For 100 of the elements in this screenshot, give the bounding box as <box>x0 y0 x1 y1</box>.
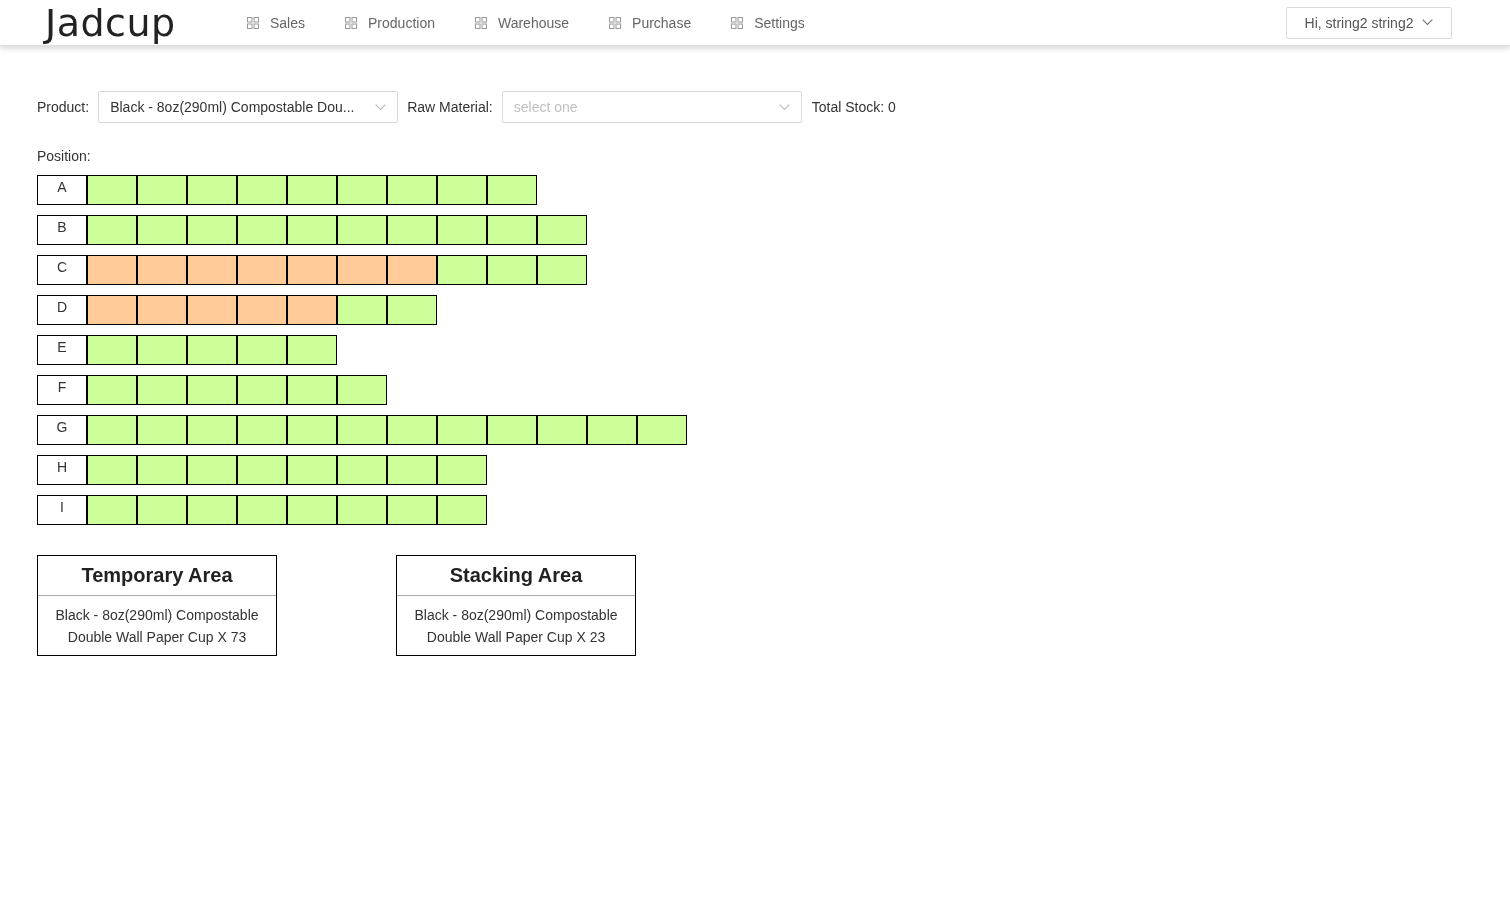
storage-slot[interactable] <box>437 455 487 485</box>
chevron-down-icon <box>1422 19 1434 26</box>
row-label: H <box>37 455 87 485</box>
storage-slot[interactable] <box>587 415 637 445</box>
raw-material-select[interactable]: select one <box>501 91 802 123</box>
storage-slot[interactable] <box>387 455 437 485</box>
storage-slot[interactable] <box>387 495 437 525</box>
total-stock-text: Total Stock: 0 <box>811 99 896 115</box>
storage-slot[interactable] <box>237 335 287 365</box>
storage-slot[interactable] <box>137 215 187 245</box>
storage-slot[interactable] <box>87 415 137 445</box>
storage-slot[interactable] <box>137 175 187 205</box>
storage-slot[interactable] <box>137 295 187 325</box>
storage-slot[interactable] <box>187 175 237 205</box>
raw-material-label: Raw Material: <box>407 99 493 115</box>
storage-slot[interactable] <box>287 455 337 485</box>
nav-menu-item[interactable]: Purchase <box>609 14 692 31</box>
nav-menu-item[interactable]: Sales <box>247 14 306 31</box>
storage-slot[interactable] <box>387 255 437 285</box>
area-content-text: Black - 8oz(290ml) Compostable Double Wall Paper Cup X 73 <box>55 607 259 645</box>
storage-slot[interactable] <box>137 255 187 285</box>
storage-slot[interactable] <box>537 215 587 245</box>
storage-slot[interactable] <box>137 455 187 485</box>
storage-slot[interactable] <box>637 415 687 445</box>
storage-slot[interactable] <box>387 295 437 325</box>
row-label: G <box>37 415 87 445</box>
storage-slot[interactable] <box>87 495 137 525</box>
storage-slot[interactable] <box>187 255 237 285</box>
storage-slot[interactable] <box>237 175 287 205</box>
storage-slot[interactable] <box>287 415 337 445</box>
row-label: E <box>37 335 87 365</box>
storage-slot[interactable] <box>337 175 387 205</box>
storage-slot[interactable] <box>337 415 387 445</box>
storage-slot[interactable] <box>87 255 137 285</box>
storage-slot[interactable] <box>187 215 237 245</box>
storage-slot[interactable] <box>137 335 187 365</box>
storage-slot[interactable] <box>537 255 587 285</box>
storage-slot[interactable] <box>287 215 337 245</box>
storage-slot[interactable] <box>187 415 237 445</box>
storage-slot[interactable] <box>437 175 487 205</box>
storage-slot[interactable] <box>237 375 287 405</box>
storage-slot[interactable] <box>137 415 187 445</box>
storage-slot[interactable] <box>337 375 387 405</box>
grid-icon <box>609 16 622 29</box>
product-select[interactable]: Black - 8oz(290ml) Compostable Dou... <box>98 91 399 123</box>
storage-slot[interactable] <box>137 375 187 405</box>
storage-slot[interactable] <box>337 215 387 245</box>
storage-slot[interactable] <box>187 335 237 365</box>
storage-slot[interactable] <box>437 495 487 525</box>
row-label: I <box>37 495 87 525</box>
storage-slot[interactable] <box>537 415 587 445</box>
storage-slot[interactable] <box>337 495 387 525</box>
storage-slot[interactable] <box>87 335 137 365</box>
nav-menu-item[interactable]: Production <box>345 14 435 31</box>
storage-slot[interactable] <box>137 495 187 525</box>
storage-slot[interactable] <box>287 335 337 365</box>
product-label: Product: <box>37 99 90 115</box>
storage-slot[interactable] <box>337 295 387 325</box>
nav-menu-item[interactable]: Warehouse <box>474 14 570 31</box>
storage-slot[interactable] <box>337 455 387 485</box>
storage-slot[interactable] <box>237 455 287 485</box>
storage-slot[interactable] <box>237 215 287 245</box>
storage-slot[interactable] <box>237 495 287 525</box>
storage-slot[interactable] <box>437 415 487 445</box>
storage-slot[interactable] <box>287 375 337 405</box>
storage-slot[interactable] <box>437 215 487 245</box>
storage-slot[interactable] <box>487 215 537 245</box>
storage-slot[interactable] <box>487 415 537 445</box>
storage-slot[interactable] <box>487 175 537 205</box>
storage-slot[interactable] <box>237 415 287 445</box>
chevron-down-icon <box>375 103 387 111</box>
storage-slot[interactable] <box>287 175 337 205</box>
row-label: F <box>37 375 87 405</box>
storage-slot[interactable] <box>387 415 437 445</box>
position-label: Position: <box>37 147 91 165</box>
nav-menu-item[interactable]: Settings <box>731 14 805 31</box>
storage-slot[interactable] <box>87 455 137 485</box>
storage-slot[interactable] <box>187 295 237 325</box>
storage-slot[interactable] <box>87 375 137 405</box>
storage-slot[interactable] <box>87 295 137 325</box>
storage-slot[interactable] <box>387 215 437 245</box>
storage-slot[interactable] <box>387 175 437 205</box>
storage-slot[interactable] <box>187 375 237 405</box>
storage-slot[interactable] <box>187 495 237 525</box>
logo-text[interactable]: Jadcup <box>45 0 176 45</box>
grid-icon <box>731 16 744 29</box>
storage-slot[interactable] <box>287 295 337 325</box>
storage-slot[interactable] <box>237 295 287 325</box>
storage-slot[interactable] <box>87 215 137 245</box>
storage-slot[interactable] <box>437 255 487 285</box>
storage-slot[interactable] <box>287 495 337 525</box>
storage-slot[interactable] <box>287 255 337 285</box>
storage-slot[interactable] <box>487 255 537 285</box>
user-menu-button[interactable]: Hi, string2 string2 <box>1286 6 1452 39</box>
storage-slot[interactable] <box>337 255 387 285</box>
storage-slot[interactable] <box>237 255 287 285</box>
storage-slot[interactable] <box>187 455 237 485</box>
storage-slot[interactable] <box>87 175 137 205</box>
grid-icon <box>345 16 358 29</box>
area-content-text: Black - 8oz(290ml) Compostable Double Wall Paper Cup X 23 <box>414 607 618 645</box>
